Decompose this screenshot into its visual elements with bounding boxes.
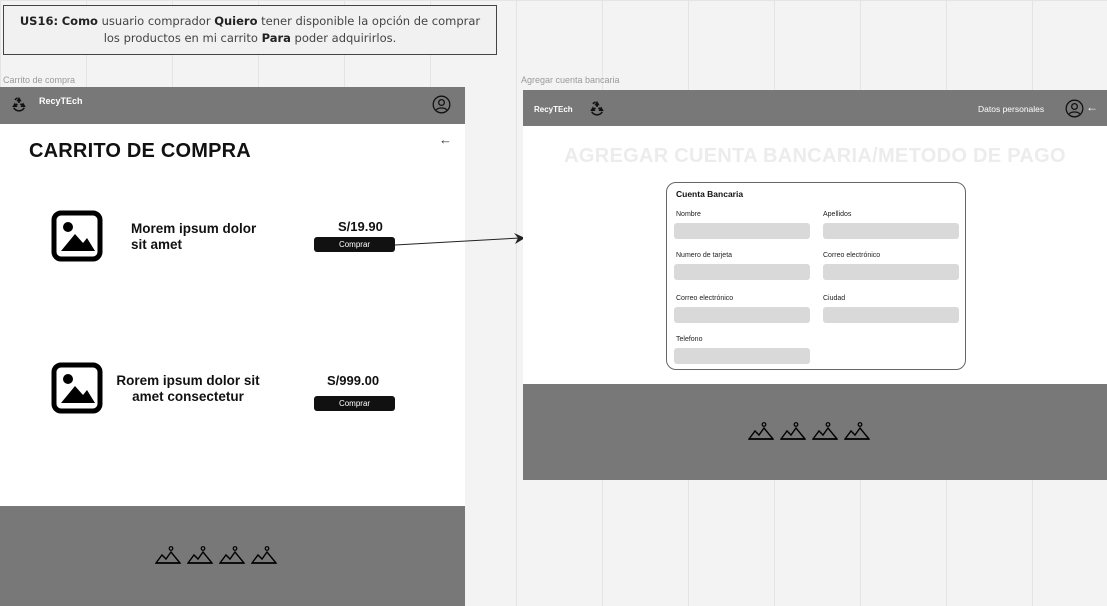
form-heading: Cuenta Bancaria bbox=[676, 189, 744, 199]
brand-name[interactable]: RecyTEch bbox=[534, 105, 573, 114]
user-circle-icon[interactable] bbox=[432, 95, 451, 114]
numero-tarjeta-input[interactable] bbox=[674, 264, 810, 280]
frame-label-cart: Carrito de compra bbox=[3, 75, 76, 85]
footer bbox=[523, 384, 1107, 480]
bank-account-form: Cuenta Bancaria Nombre Apellidos Numero … bbox=[666, 182, 966, 370]
label-nombre: Nombre bbox=[676, 211, 701, 218]
comprar-button[interactable]: Comprar bbox=[314, 237, 395, 252]
product-image-icon bbox=[51, 210, 103, 262]
product-image-icon bbox=[51, 362, 103, 414]
label-telefono: Telefono bbox=[676, 336, 703, 343]
story-para-text: poder adquirirlos. bbox=[290, 31, 397, 45]
brand-name[interactable]: RecyTEch bbox=[39, 96, 83, 106]
story-como-text: usuario comprador bbox=[97, 14, 215, 28]
nav-datos-personales[interactable]: Datos personales bbox=[978, 104, 1044, 114]
story-id: US16: bbox=[19, 14, 59, 28]
product-price: S/19.90 bbox=[338, 219, 383, 234]
ciudad-input[interactable] bbox=[823, 307, 959, 323]
product-name: Morem ipsum dolor sit amet bbox=[131, 221, 257, 252]
cart-topbar: RecyTEch bbox=[0, 87, 465, 124]
mountain-icon[interactable] bbox=[187, 546, 213, 564]
mountain-icon[interactable] bbox=[155, 546, 181, 564]
back-arrow-icon[interactable]: ← bbox=[1086, 100, 1098, 114]
bank-topbar: RecyTEch Datos personales ← bbox=[523, 90, 1107, 126]
recycle-icon[interactable] bbox=[10, 95, 28, 113]
story-para-keyword: Para bbox=[261, 31, 291, 45]
mountain-icon[interactable] bbox=[748, 422, 774, 440]
product-price: S/999.00 bbox=[327, 373, 380, 388]
flow-arrow bbox=[394, 233, 525, 246]
label-apellidos: Apellidos bbox=[823, 211, 852, 218]
apellidos-input[interactable] bbox=[823, 223, 959, 239]
cart-screen: RecyTEch CARRITO DE COMPRA ← Morem ipsum… bbox=[0, 87, 465, 606]
page-title: CARRITO DE COMPRA bbox=[29, 140, 251, 162]
product-name: Rorem ipsum dolor sit amet consectetur bbox=[116, 373, 260, 404]
bank-account-screen: RecyTEch Datos personales ← AGREGAR CUEN… bbox=[523, 90, 1107, 480]
telefono-input[interactable] bbox=[674, 348, 810, 364]
mountain-icon[interactable] bbox=[251, 546, 277, 564]
mountain-icon[interactable] bbox=[812, 422, 838, 440]
user-circle-icon[interactable] bbox=[1065, 99, 1084, 118]
recycle-icon[interactable] bbox=[588, 99, 606, 117]
mountain-icon[interactable] bbox=[780, 422, 806, 440]
frame-label-bank: Agregar cuenta bancaria bbox=[521, 75, 620, 85]
label-correo-2: Correo electrónico bbox=[676, 295, 734, 302]
correo-input-2[interactable] bbox=[674, 307, 810, 323]
comprar-button[interactable]: Comprar bbox=[314, 396, 395, 411]
mountain-icon[interactable] bbox=[844, 422, 870, 440]
nombre-input[interactable] bbox=[674, 223, 810, 239]
user-story-note: US16: Como usuario comprador Quiero tene… bbox=[3, 5, 497, 55]
page-title: AGREGAR CUENTA BANCARIA/METODO DE PAGO bbox=[564, 145, 1066, 167]
back-arrow-icon[interactable]: ← bbox=[439, 132, 452, 147]
label-correo: Correo electrónico bbox=[823, 252, 881, 259]
label-ciudad: Ciudad bbox=[823, 295, 846, 302]
label-numero-tarjeta: Numero de tarjeta bbox=[676, 252, 733, 259]
story-quiero-keyword: Quiero bbox=[214, 14, 258, 28]
story-como-keyword: Como bbox=[61, 14, 98, 28]
correo-input[interactable] bbox=[823, 264, 959, 280]
mountain-icon[interactable] bbox=[219, 546, 245, 564]
footer bbox=[0, 506, 465, 606]
